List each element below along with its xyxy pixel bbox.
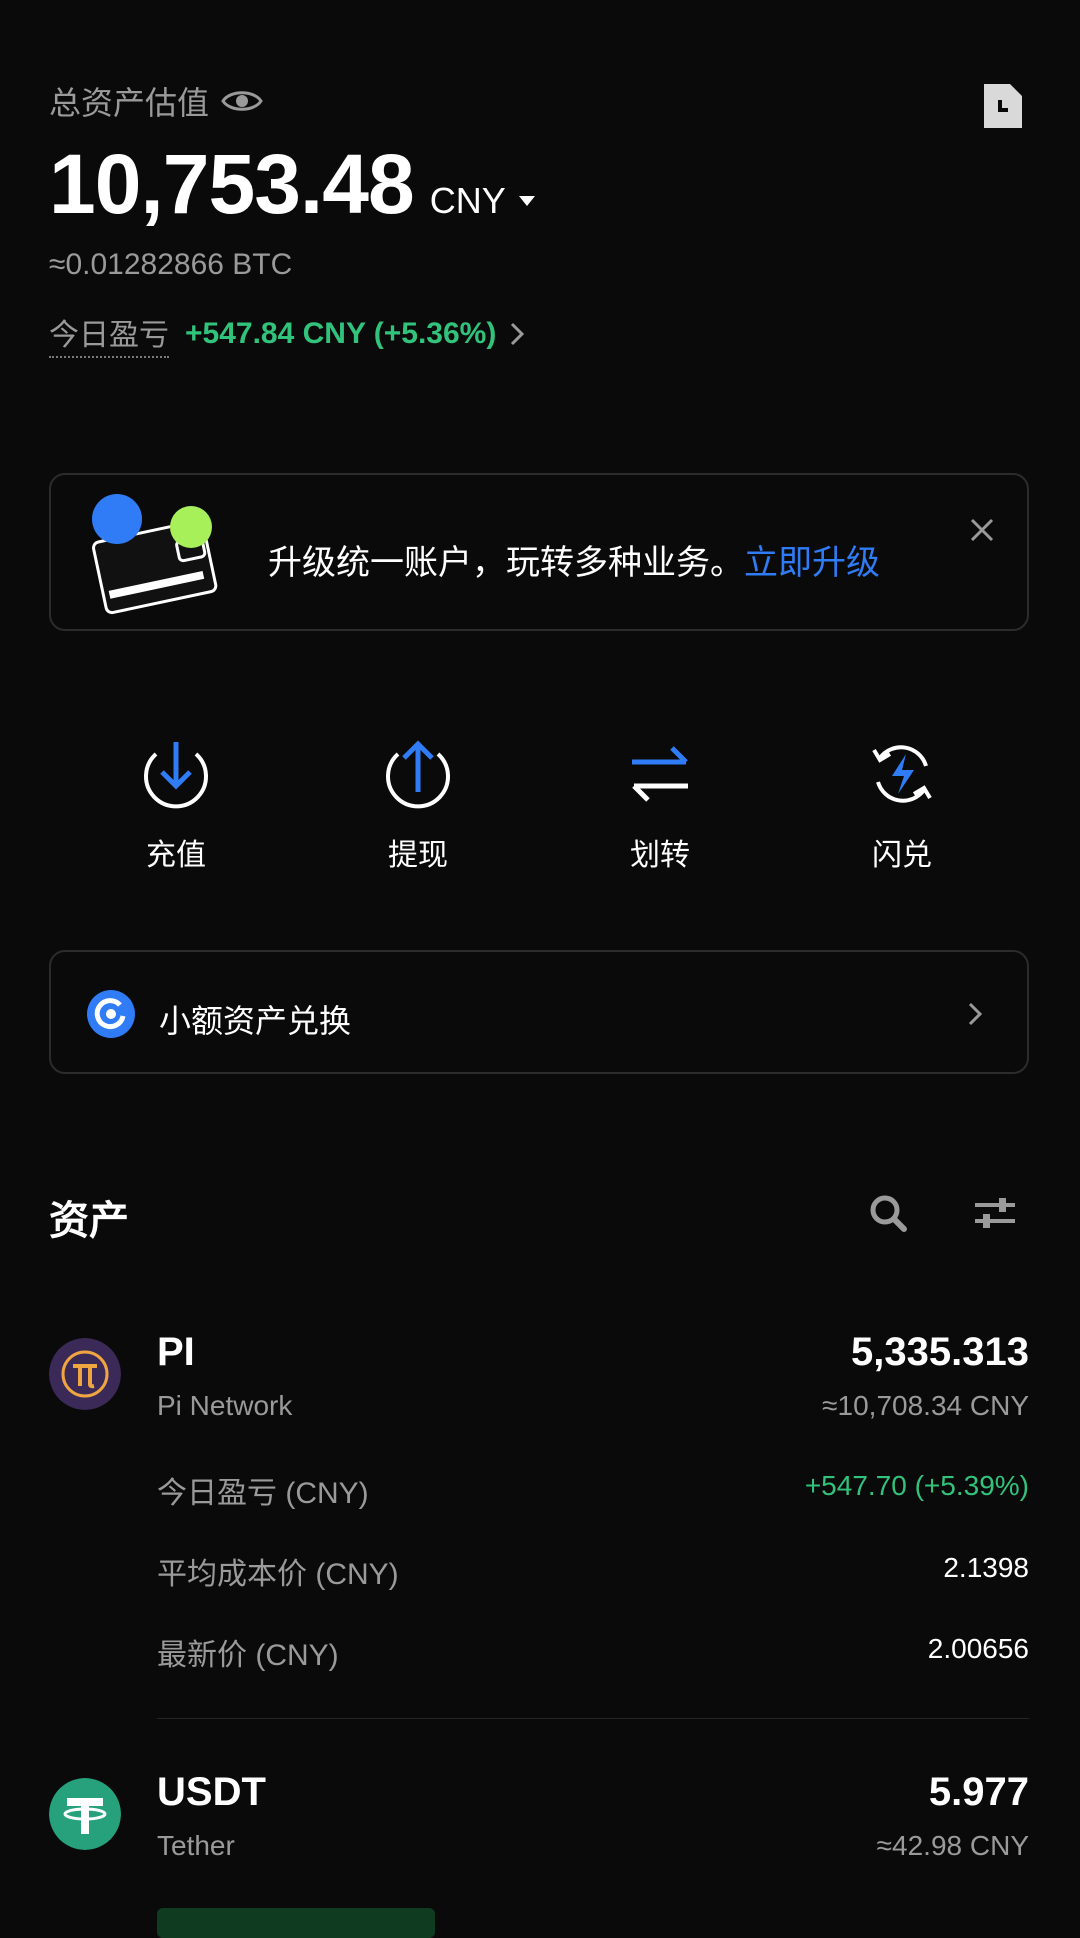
- asset-symbol: PI: [157, 1330, 195, 1374]
- transfer-label: 划转: [630, 839, 690, 872]
- banner-message: 升级统一账户，玩转多种业务。立即升级: [268, 535, 880, 584]
- balance-value: 10,753.48: [49, 137, 415, 231]
- deposit-icon: [144, 742, 208, 809]
- detail-value-latest-price: 2.00656: [927, 1633, 1029, 1664]
- history-icon[interactable]: [980, 82, 1024, 130]
- today-pnl-label: 今日盈亏: [49, 310, 169, 358]
- deposit-button[interactable]: 充值: [96, 736, 256, 874]
- filter-settings-icon[interactable]: [973, 1195, 1017, 1231]
- asset-tag: [157, 1908, 435, 1938]
- wallet-illustration-icon: [92, 494, 218, 615]
- asset-symbol: USDT: [157, 1770, 266, 1814]
- flash-convert-button[interactable]: 闪兑: [822, 736, 982, 874]
- asset-amount: 5,335.313: [851, 1330, 1029, 1374]
- today-pnl-value: +547.84 CNY (+5.36%): [185, 317, 497, 350]
- detail-value-avg-cost: 2.1398: [943, 1552, 1029, 1583]
- transfer-icon: [632, 746, 688, 802]
- small-assets-label: 小额资产兑换: [159, 1003, 352, 1039]
- search-icon[interactable]: [868, 1193, 908, 1233]
- transfer-button[interactable]: 划转: [580, 736, 740, 874]
- pi-network-logo-icon: [49, 1338, 121, 1410]
- flash-convert-label: 闪兑: [872, 839, 932, 872]
- small-assets-convert-row[interactable]: 小额资产兑换: [49, 950, 1029, 1074]
- detail-value-today-pnl: +547.70 (+5.39%): [804, 1470, 1029, 1501]
- chevron-right-icon: [968, 1002, 983, 1026]
- asset-cny-value: ≈10,708.34 CNY: [822, 1390, 1029, 1421]
- withdraw-icon: [386, 740, 450, 809]
- total-assets-label: 总资产估值: [49, 78, 263, 124]
- asset-divider: [157, 1718, 1029, 1719]
- asset-name: Tether: [157, 1830, 235, 1861]
- banner-text: 升级统一账户，玩转多种业务。: [268, 544, 744, 582]
- withdraw-label: 提现: [388, 839, 448, 872]
- today-pnl-row[interactable]: 今日盈亏 +547.84 CNY (+5.36%): [49, 310, 526, 358]
- upgrade-banner[interactable]: 升级统一账户，玩转多种业务。立即升级: [49, 473, 1029, 631]
- asset-cny-value: ≈42.98 CNY: [876, 1830, 1029, 1861]
- asset-amount: 5.977: [928, 1770, 1029, 1814]
- eye-icon[interactable]: [221, 86, 263, 116]
- deposit-label: 充值: [146, 839, 206, 872]
- chevron-right-icon: [511, 322, 525, 346]
- tether-logo-icon: [49, 1778, 121, 1850]
- flash-convert-icon: [872, 745, 932, 803]
- assets-section-title: 资产: [49, 1199, 129, 1243]
- small-assets-icon: [87, 990, 135, 1038]
- asset-name: Pi Network: [157, 1390, 293, 1421]
- withdraw-button[interactable]: 提现: [338, 736, 498, 874]
- detail-label-today-pnl: 今日盈亏 (CNY): [157, 1477, 369, 1510]
- close-icon[interactable]: [969, 517, 995, 543]
- upgrade-now-link[interactable]: 立即升级: [744, 544, 880, 582]
- detail-label-latest-price: 最新价 (CNY): [157, 1639, 339, 1672]
- currency-selector[interactable]: CNY: [430, 180, 536, 222]
- total-assets-label-text: 总资产估值: [49, 85, 210, 121]
- currency-label: CNY: [429, 180, 506, 221]
- total-balance: 10,753.48 CNY: [49, 136, 536, 233]
- detail-label-avg-cost: 平均成本价 (CNY): [157, 1558, 399, 1591]
- caret-down-icon: [518, 196, 535, 206]
- btc-equivalent: ≈0.01282866 BTC: [49, 248, 293, 281]
